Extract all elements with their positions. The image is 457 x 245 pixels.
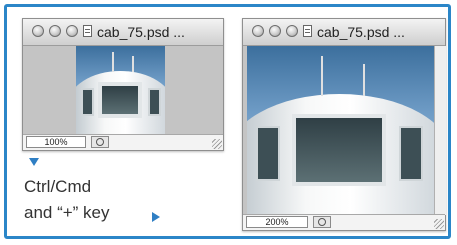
navigator-icon[interactable] [91,136,109,148]
window-1-title: cab_75.psd ... [97,24,185,40]
window-2-statusbar: 200% [243,214,445,230]
arrow-right-icon [152,212,160,222]
caption-line-1: Ctrl/Cmd [24,177,92,196]
vertical-scrollbar[interactable] [434,46,446,215]
window-minimize-icon[interactable] [269,25,281,37]
airplane-cockpit-image [76,46,165,135]
zoom-level-field[interactable]: 100% [26,136,86,148]
window-zoom-icon[interactable] [286,25,298,37]
window-1-statusbar: 100% [23,134,223,150]
resize-grip-icon[interactable] [212,139,222,149]
window-close-icon[interactable] [252,25,264,37]
window-2-canvas[interactable] [243,46,434,215]
zoom-level-field[interactable]: 200% [246,216,308,228]
window-1-canvas[interactable] [23,46,223,135]
window-zoom-icon[interactable] [66,25,78,37]
caption-line-2: and “+” key [24,203,110,222]
navigator-icon[interactable] [313,216,331,228]
window-1-titlebar[interactable]: cab_75.psd ... [23,19,223,46]
arrow-down-icon [29,158,39,166]
airplane-cockpit-image [247,46,434,215]
document-window-1: cab_75.psd ... 100% [22,18,224,151]
document-icon [303,25,312,37]
document-window-2: cab_75.psd ... 200% [242,18,446,231]
resize-grip-icon[interactable] [434,219,444,229]
window-2-titlebar[interactable]: cab_75.psd ... [243,19,445,46]
window-minimize-icon[interactable] [49,25,61,37]
window-2-title: cab_75.psd ... [317,24,405,40]
illustration-frame: cab_75.psd ... 100% cab_75.psd ... 200% … [4,4,451,239]
window-close-icon[interactable] [32,25,44,37]
document-icon [83,25,92,37]
